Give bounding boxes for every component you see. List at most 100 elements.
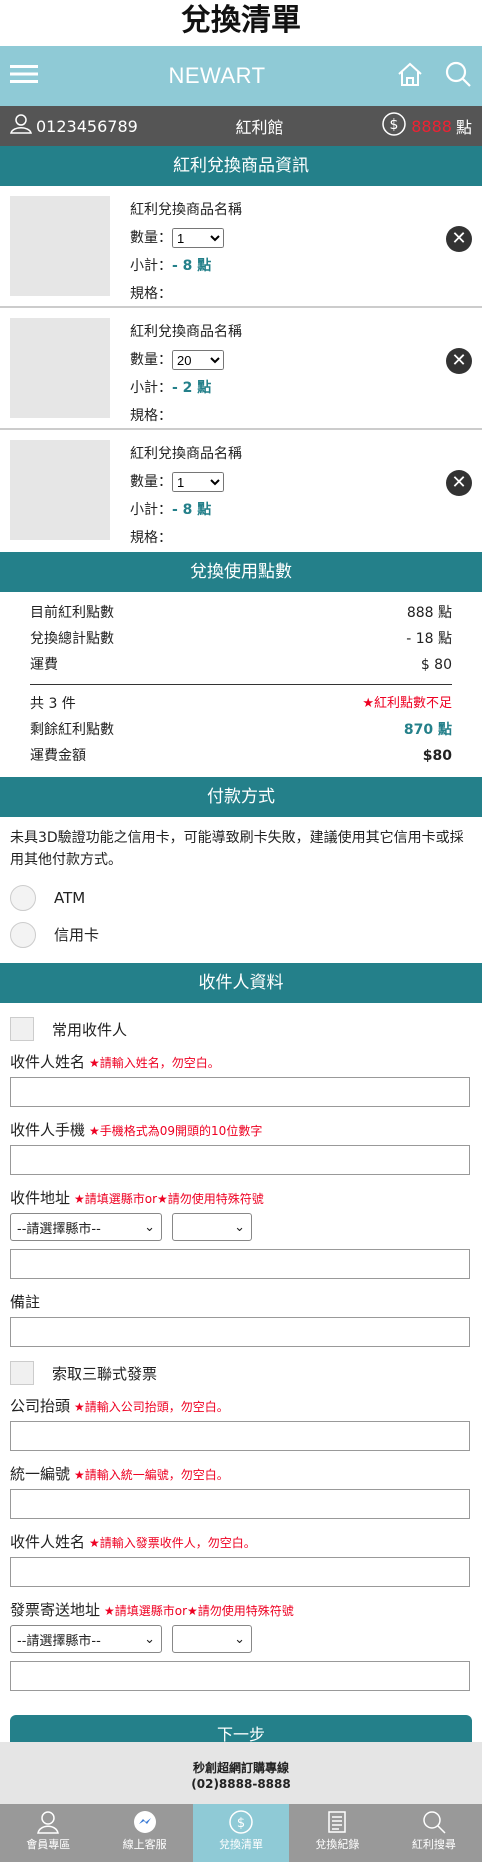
nav-support[interactable]: 線上客服 — [96, 1804, 192, 1862]
insufficient-points-warning: ★紅利點數不足 — [362, 696, 452, 711]
nav-label: 會員專區 — [26, 1838, 71, 1851]
chevron-down-icon: ⌄ — [144, 1219, 155, 1235]
nav-search[interactable]: 紅利搜尋 — [386, 1804, 482, 1862]
product-name[interactable]: 紅利兌換商品名稱 — [130, 196, 242, 224]
dollar-icon: $ — [381, 111, 407, 141]
recipient-phone-hint: ★手機格式為09開頭的10位數字 — [89, 1124, 263, 1138]
spec-label: 規格： — [130, 408, 172, 424]
footer: 秒創超網訂購專線 (02)8888-8888 — [0, 1742, 482, 1804]
product-thumbnail[interactable] — [10, 196, 110, 296]
current-points-value: 888 點 — [406, 605, 452, 621]
document-icon — [328, 1811, 347, 1833]
invoice-address-input[interactable] — [10, 1661, 470, 1691]
product-item: 紅利兌換商品名稱 數量： 20 小計：- 2 點 規格： ✕ — [0, 308, 482, 430]
divider — [30, 684, 452, 685]
shipping-label: 運費 — [30, 657, 58, 673]
invoice-checkbox[interactable]: 索取三聯式發票 — [10, 1355, 472, 1391]
product-thumbnail[interactable] — [10, 318, 110, 418]
product-thumbnail[interactable] — [10, 440, 110, 540]
points-unit: 點 — [455, 118, 472, 137]
checkbox[interactable] — [10, 1017, 34, 1041]
remaining-points-value: 870 點 — [403, 722, 452, 738]
remaining-points-label: 剩餘紅利點數 — [30, 722, 114, 738]
checkbox-label: 常用收件人 — [52, 1020, 128, 1039]
subtotal-label: 小計： — [130, 502, 172, 518]
page-title: 兌換清單 — [181, 3, 301, 38]
recipient-name-label: 收件人姓名 — [10, 1053, 86, 1071]
city-select[interactable]: --請選擇縣市-- ⌄ — [10, 1213, 162, 1241]
subtotal-value: - 8 點 — [172, 502, 212, 518]
nav-label: 兌換紀錄 — [315, 1838, 360, 1851]
svg-text:$: $ — [237, 1816, 245, 1831]
company-input[interactable] — [10, 1421, 470, 1451]
company-label: 公司抬頭 — [10, 1397, 71, 1415]
payment-option-atm[interactable]: ATM — [10, 879, 472, 916]
messenger-icon — [133, 1811, 156, 1833]
nav-label: 線上客服 — [122, 1838, 167, 1851]
qty-label: 數量： — [130, 352, 172, 368]
product-name[interactable]: 紅利兌換商品名稱 — [130, 440, 242, 468]
address-input[interactable] — [10, 1249, 470, 1279]
current-points-label: 目前紅利點數 — [30, 605, 114, 621]
brand-logo[interactable]: NEWART — [168, 63, 265, 89]
top-navbar: NEWART — [0, 46, 482, 106]
nav-redeem-list[interactable]: $ 兌換清單 — [192, 1804, 290, 1862]
radio-button[interactable] — [10, 884, 36, 911]
invoice-city-select[interactable]: --請選擇縣市-- ⌄ — [10, 1625, 162, 1653]
nav-history[interactable]: 兌換紀錄 — [289, 1804, 385, 1862]
subtotal-label: 小計： — [130, 380, 172, 396]
note-label: 備註 — [10, 1293, 41, 1311]
nav-label: 紅利搜尋 — [411, 1838, 456, 1851]
subtotal-value: - 2 點 — [172, 380, 212, 396]
note-input[interactable] — [10, 1317, 470, 1347]
spec-label: 規格： — [130, 286, 172, 302]
search-icon[interactable] — [444, 60, 472, 92]
payment-option-credit-card[interactable]: 信用卡 — [10, 916, 472, 953]
hotline-number[interactable]: (02)8888-8888 — [0, 1776, 482, 1792]
invoice-name-input[interactable] — [10, 1557, 470, 1587]
user-icon — [10, 114, 32, 138]
member-bar: 0123456789 紅利館 $ 8888 點 — [0, 106, 482, 146]
item-count: 共 3 件 — [30, 696, 76, 712]
common-recipient-checkbox[interactable]: 常用收件人 — [10, 1011, 472, 1047]
home-icon[interactable] — [396, 61, 424, 91]
invoice-address-hint: ★請填選縣市or★請勿使用特殊符號 — [104, 1604, 294, 1618]
bottom-nav: 會員專區 線上客服 $ 兌換清單 兌換紀錄 紅利搜尋 — [0, 1804, 482, 1862]
taxid-label: 統一編號 — [10, 1465, 71, 1483]
invoice-name-label: 收件人姓名 — [10, 1533, 86, 1551]
qty-select[interactable]: 1 — [172, 472, 224, 492]
remove-item-icon[interactable]: ✕ — [446, 470, 472, 496]
product-name[interactable]: 紅利兌換商品名稱 — [130, 318, 242, 346]
nav-member[interactable]: 會員專區 — [0, 1804, 96, 1862]
recipient-phone-label: 收件人手機 — [10, 1121, 86, 1139]
taxid-input[interactable] — [10, 1489, 470, 1519]
recipient-phone-input[interactable] — [10, 1145, 470, 1175]
checkbox-label: 索取三聯式發票 — [52, 1364, 158, 1383]
products-section-title: 紅利兌換商品資訊 — [0, 146, 482, 186]
member-id: 0123456789 — [36, 116, 138, 136]
address-hint: ★請填選縣市or★請勿使用特殊符號 — [74, 1192, 264, 1206]
address-label: 收件地址 — [10, 1189, 71, 1207]
invoice-name-hint: ★請輸入發票收件人，勿空白。 — [89, 1536, 256, 1550]
checkbox[interactable] — [10, 1361, 34, 1385]
district-select[interactable]: ⌄ — [172, 1213, 252, 1241]
qty-select[interactable]: 20 — [172, 350, 224, 370]
total-points-value: - 18 點 — [406, 631, 452, 647]
remove-item-icon[interactable]: ✕ — [446, 226, 472, 252]
points-summary: 目前紅利點數 888 點 兌換總計點數 - 18 點 運費 $ 80 共 3 件 ★紅利… — [0, 592, 482, 777]
invoice-district-select[interactable]: ⌄ — [172, 1625, 252, 1653]
hamburger-icon[interactable] — [10, 64, 38, 88]
company-hint: ★請輸入公司抬頭，勿空白。 — [74, 1400, 229, 1414]
invoice-address-label: 發票寄送地址 — [10, 1601, 101, 1619]
payment-option-label: 信用卡 — [54, 925, 100, 944]
recipient-name-input[interactable] — [10, 1077, 470, 1107]
shipping-fee-label: 運費金額 — [30, 748, 86, 764]
points-value: 8888 — [411, 116, 452, 136]
remove-item-icon[interactable]: ✕ — [446, 348, 472, 374]
radio-button[interactable] — [10, 921, 36, 948]
dollar-icon: $ — [229, 1810, 253, 1834]
shipping-fee-value: $80 — [422, 748, 452, 764]
total-points-label: 兌換總計點數 — [30, 631, 114, 647]
qty-select[interactable]: 1 — [172, 228, 224, 248]
nav-label: 兌換清單 — [219, 1838, 264, 1851]
